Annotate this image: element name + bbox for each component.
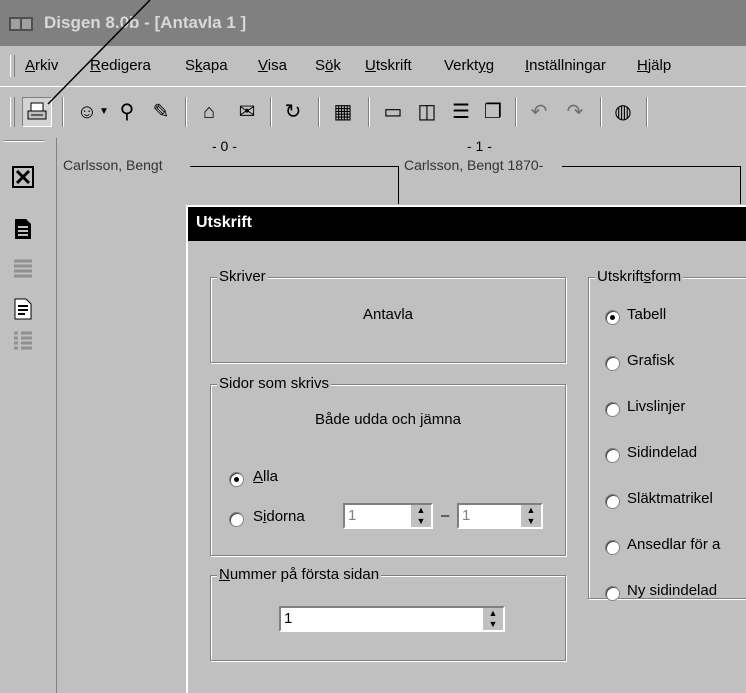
form-option-label[interactable]: Livslinjer	[627, 398, 685, 415]
pages-to-spinner[interactable]: 1 ▲ ▼	[457, 503, 543, 529]
first-page-value: 1	[284, 610, 293, 627]
pages-to-value: 1	[462, 507, 471, 524]
print-form-group-label: Utskriftsform	[595, 268, 684, 285]
spin-down-icon[interactable]: ▼	[411, 516, 431, 527]
printer-group: Skriver Antavla	[210, 268, 566, 363]
radio-all-label[interactable]: Alla	[253, 468, 278, 485]
printer-value: Antavla	[362, 306, 414, 323]
form-option-label[interactable]: Tabell	[627, 306, 666, 323]
spinner-arrows[interactable]: ▲ ▼	[411, 505, 431, 527]
printer-group-label: Skriver	[217, 268, 268, 285]
print-dialog: Utskrift Skriver Antavla Sidor som skriv…	[186, 205, 746, 693]
connector-line	[562, 166, 740, 167]
radio-form-option[interactable]	[605, 494, 620, 509]
pages-description: Både udda och jämna	[315, 411, 461, 428]
pages-group-label: Sidor som skrivs	[217, 375, 332, 392]
pages-from-spinner[interactable]: 1 ▲ ▼	[343, 503, 433, 529]
radio-form-option[interactable]	[605, 402, 620, 417]
form-option-label[interactable]: Släktmatrikel	[627, 490, 713, 507]
generation-label: - 1 -	[467, 138, 492, 154]
strip-grip	[4, 140, 44, 142]
close-view-icon[interactable]	[12, 166, 34, 188]
person-name[interactable]: Carlsson, Bengt	[63, 157, 163, 173]
connector-line	[398, 166, 399, 204]
form-option-label[interactable]: Ny sidindelad	[627, 582, 717, 599]
radio-form-option[interactable]	[605, 586, 620, 601]
first-page-spinner[interactable]: 1 ▲ ▼	[279, 606, 505, 632]
radio-form-option[interactable]	[605, 540, 620, 555]
pages-range-dash: –	[441, 507, 450, 524]
list-view-icon[interactable]	[12, 258, 34, 280]
report-icon[interactable]	[12, 298, 34, 320]
pages-from-value: 1	[348, 507, 357, 524]
annotation-pointer-line	[47, 0, 151, 105]
radio-form-option[interactable]	[605, 310, 620, 325]
spin-down-icon[interactable]: ▼	[483, 619, 503, 630]
document-icon[interactable]	[12, 218, 34, 240]
grid-view-icon[interactable]	[12, 330, 34, 352]
left-view-strip	[0, 138, 57, 693]
generation-label: - 0 -	[212, 138, 237, 154]
spinner-arrows[interactable]: ▲ ▼	[483, 608, 503, 630]
first-page-group: Nummer på första sidan 1 ▲ ▼	[210, 566, 566, 661]
form-option-label[interactable]: Ansedlar för a	[627, 536, 720, 553]
spinner-arrows[interactable]: ▲ ▼	[521, 505, 541, 527]
dialog-title-bar: Utskrift	[188, 207, 746, 241]
radio-form-option[interactable]	[605, 356, 620, 371]
form-option-label[interactable]: Sidindelad	[627, 444, 697, 461]
connector-line	[740, 166, 741, 204]
dialog-title: Utskrift	[196, 214, 253, 231]
person-name[interactable]: Carlsson, Bengt 1870-	[404, 157, 543, 173]
connector-line	[190, 166, 398, 167]
radio-all[interactable]	[229, 472, 244, 487]
radio-pages-label[interactable]: Sidorna	[253, 508, 305, 525]
radio-form-option[interactable]	[605, 448, 620, 463]
spin-down-icon[interactable]: ▼	[521, 516, 541, 527]
pages-group: Sidor som skrivs Både udda och jämna All…	[210, 375, 566, 556]
first-page-group-label: Nummer på första sidan	[217, 566, 382, 583]
spin-up-icon[interactable]: ▲	[411, 505, 431, 516]
radio-pages[interactable]	[229, 512, 244, 527]
spin-up-icon[interactable]: ▲	[521, 505, 541, 516]
spin-up-icon[interactable]: ▲	[483, 608, 503, 619]
form-option-label[interactable]: Grafisk	[627, 352, 675, 369]
print-form-group: Utskriftsform Tabell Grafisk Livslinjer Sid…	[588, 268, 746, 601]
